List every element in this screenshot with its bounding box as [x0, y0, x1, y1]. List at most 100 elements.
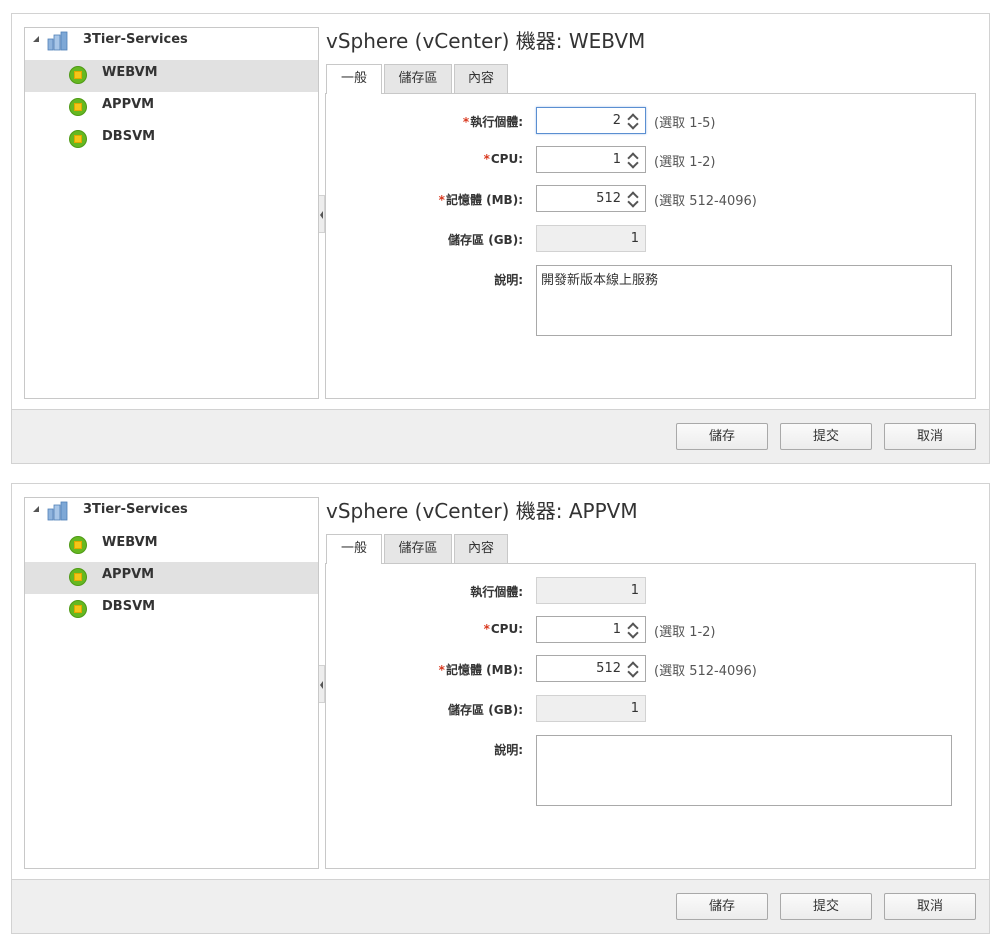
cpu-label: *CPU:: [483, 622, 523, 636]
tree-root-item[interactable]: 3Tier-Services: [25, 28, 318, 58]
tree-item-webvm[interactable]: WEBVM: [25, 60, 318, 92]
vm-icon: [69, 600, 87, 618]
instances-field: 1: [536, 577, 646, 604]
instances-hint: (選取 1-5): [654, 116, 716, 131]
tree-root-label: 3Tier-Services: [83, 32, 188, 47]
spinner-arrows-icon[interactable]: [628, 660, 640, 678]
memory-label: *記憶體 (MB):: [438, 663, 523, 677]
required-marker: *: [438, 193, 445, 207]
cancel-button[interactable]: 取消: [884, 423, 976, 450]
tree-item-label: DBSVM: [102, 129, 156, 144]
storage-value: 1: [630, 701, 639, 716]
memory-row: *記憶體 (MB): 512 (選取 512-4096): [326, 185, 975, 213]
tab-general[interactable]: 一般: [326, 534, 382, 564]
cpu-hint: (選取 1-2): [654, 625, 716, 640]
required-marker: *: [483, 622, 490, 636]
description-textarea[interactable]: 開發新版本線上服務: [536, 265, 952, 336]
tree-item-appvm[interactable]: APPVM: [25, 562, 318, 594]
tab-properties[interactable]: 內容: [454, 534, 508, 563]
tree-item-label: WEBVM: [102, 65, 158, 80]
vm-icon: [69, 536, 87, 554]
vapp-icon: [47, 501, 68, 521]
instances-stepper[interactable]: 2: [536, 107, 646, 134]
instances-label: *執行個體:: [462, 115, 523, 129]
required-marker: *: [438, 663, 445, 677]
component-tree: 3Tier-Services WEBVM APPVM DBSVM: [24, 27, 319, 399]
description-label: 說明:: [494, 743, 523, 757]
spinner-arrows-icon[interactable]: [628, 190, 640, 208]
storage-label: 儲存區 (GB):: [448, 703, 523, 717]
required-marker: *: [483, 152, 490, 166]
instances-label: 執行個體:: [470, 585, 523, 599]
spinner-arrows-icon[interactable]: [628, 151, 640, 169]
spinner-arrows-icon[interactable]: [628, 621, 640, 639]
expand-triangle-icon[interactable]: [33, 506, 39, 512]
instances-value: 2: [612, 113, 621, 128]
memory-hint: (選取 512-4096): [654, 664, 757, 679]
general-tab-panel: 執行個體: 1 *CPU: 1 (選取 1-2) *記憶體 (MB): 512 …: [325, 563, 976, 869]
memory-value: 512: [596, 661, 621, 676]
storage-row: 儲存區 (GB): 1: [326, 225, 975, 253]
storage-field: 1: [536, 695, 646, 722]
instances-row: *執行個體: 2 (選取 1-5): [326, 107, 975, 135]
description-textarea[interactable]: [536, 735, 952, 806]
page-title: vSphere (vCenter) 機器: APPVM: [326, 499, 638, 523]
save-button[interactable]: 儲存: [676, 893, 768, 920]
tab-properties[interactable]: 內容: [454, 64, 508, 93]
blueprint-panel-appvm: 3Tier-Services WEBVM APPVM DBSVM vSphere…: [11, 483, 990, 934]
cpu-stepper[interactable]: 1: [536, 616, 646, 643]
button-bar: 儲存 提交 取消: [12, 409, 989, 463]
submit-button[interactable]: 提交: [780, 893, 872, 920]
storage-row: 儲存區 (GB): 1: [326, 695, 975, 723]
cpu-value: 1: [612, 622, 621, 637]
storage-label: 儲存區 (GB):: [448, 233, 523, 247]
tab-storage[interactable]: 儲存區: [384, 534, 452, 563]
description-row: 說明: 開發新版本線上服務: [326, 265, 975, 336]
cpu-value: 1: [612, 152, 621, 167]
submit-button[interactable]: 提交: [780, 423, 872, 450]
tab-storage[interactable]: 儲存區: [384, 64, 452, 93]
tree-item-dbsvm[interactable]: DBSVM: [25, 594, 318, 626]
description-row: 說明:: [326, 735, 975, 806]
tab-general[interactable]: 一般: [326, 64, 382, 94]
tree-root-item[interactable]: 3Tier-Services: [25, 498, 318, 528]
save-button[interactable]: 儲存: [676, 423, 768, 450]
vm-icon: [69, 98, 87, 116]
memory-stepper[interactable]: 512: [536, 185, 646, 212]
tree-item-label: WEBVM: [102, 535, 158, 550]
spinner-arrows-icon[interactable]: [628, 112, 640, 130]
tree-item-appvm[interactable]: APPVM: [25, 92, 318, 124]
memory-value: 512: [596, 191, 621, 206]
tree-item-label: APPVM: [102, 567, 155, 582]
blueprint-panel-webvm: 3Tier-Services WEBVM APPVM DBSVM vSphere…: [11, 13, 990, 464]
cpu-row: *CPU: 1 (選取 1-2): [326, 146, 975, 174]
description-label: 說明:: [494, 273, 523, 287]
tree-item-label: DBSVM: [102, 599, 156, 614]
vm-icon: [69, 130, 87, 148]
storage-field: 1: [536, 225, 646, 252]
memory-row: *記憶體 (MB): 512 (選取 512-4096): [326, 655, 975, 683]
memory-label: *記憶體 (MB):: [438, 193, 523, 207]
page-title: vSphere (vCenter) 機器: WEBVM: [326, 29, 646, 53]
tree-item-webvm[interactable]: WEBVM: [25, 530, 318, 562]
vapp-icon: [47, 31, 68, 51]
cancel-button[interactable]: 取消: [884, 893, 976, 920]
tree-item-label: APPVM: [102, 97, 155, 112]
cpu-label: *CPU:: [483, 152, 523, 166]
cpu-hint: (選取 1-2): [654, 155, 716, 170]
tree-item-dbsvm[interactable]: DBSVM: [25, 124, 318, 156]
required-marker: *: [462, 115, 470, 129]
general-tab-panel: *執行個體: 2 (選取 1-5) *CPU: 1 (選取 1-2) *記憶體 …: [325, 93, 976, 399]
memory-hint: (選取 512-4096): [654, 194, 757, 209]
cpu-row: *CPU: 1 (選取 1-2): [326, 616, 975, 644]
instances-row: 執行個體: 1: [326, 577, 975, 605]
expand-triangle-icon[interactable]: [33, 36, 39, 42]
instances-value: 1: [630, 583, 639, 598]
memory-stepper[interactable]: 512: [536, 655, 646, 682]
component-tree: 3Tier-Services WEBVM APPVM DBSVM: [24, 497, 319, 869]
vm-icon: [69, 66, 87, 84]
tree-root-label: 3Tier-Services: [83, 502, 188, 517]
button-bar: 儲存 提交 取消: [12, 879, 989, 933]
cpu-stepper[interactable]: 1: [536, 146, 646, 173]
storage-value: 1: [630, 231, 639, 246]
